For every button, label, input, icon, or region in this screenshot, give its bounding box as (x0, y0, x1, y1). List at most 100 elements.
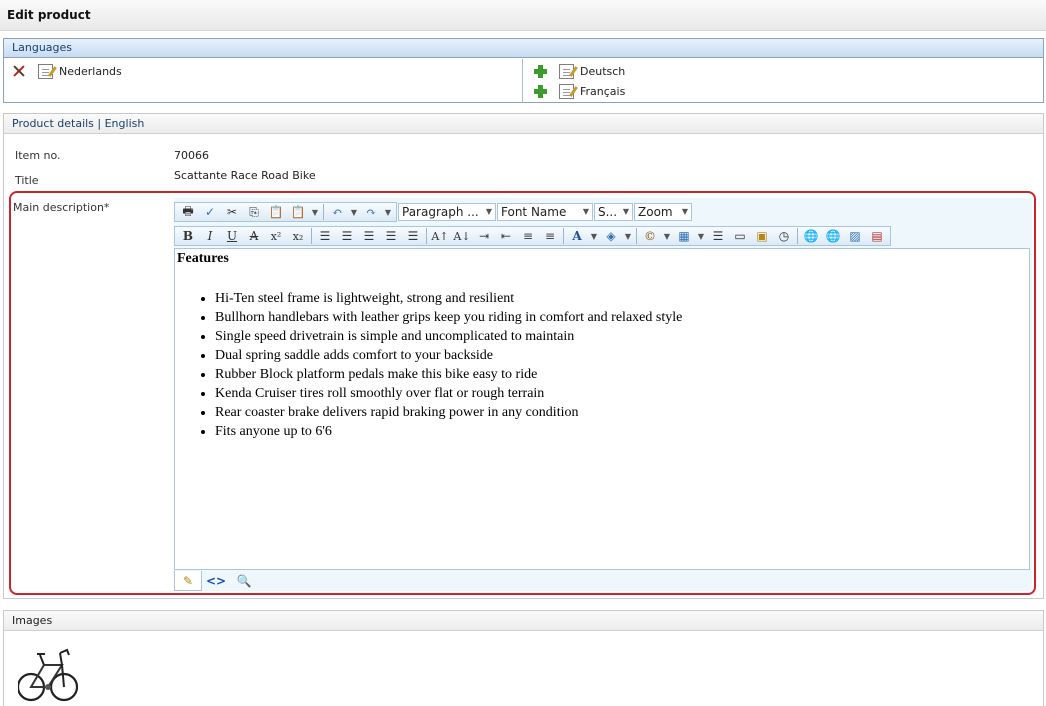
background-color-dropdown-icon[interactable]: ▼ (622, 227, 634, 245)
font-select-value: Font Name (501, 205, 567, 219)
bold-icon[interactable]: B (177, 227, 199, 245)
superscript-icon[interactable]: x² (265, 227, 287, 245)
toolbar-row-2: B I U A x² x₂ ☰ ☰ ☰ ☰ ☰ A↑ A↓ ⇥ ⇤ ≡ ≡ A … (174, 226, 891, 246)
undo-icon[interactable]: ↶ (326, 203, 348, 221)
align-left-icon[interactable]: ☰ (314, 227, 336, 245)
spellcheck-icon[interactable]: ✓ (199, 203, 221, 221)
symbol-dropdown-icon[interactable]: ▼ (661, 227, 673, 245)
edit-language-icon[interactable] (38, 63, 53, 79)
font-color-icon[interactable]: A (566, 227, 588, 245)
column-divider (522, 59, 523, 103)
item-no-value: 70066 (174, 149, 209, 162)
main-description-field: Main description* 🖶 ✓ ✂ ⎘ 📋 📋 ▼ ↶ ▼ ↷ ▼ (9, 191, 1036, 595)
page-header: Edit product (0, 0, 1046, 31)
toolbar-group-format: B I U A x² x₂ ☰ ☰ ☰ ☰ ☰ A↑ A↓ ⇥ ⇤ ≡ ≡ A … (174, 226, 891, 246)
redo-icon[interactable]: ↷ (360, 203, 382, 221)
copy-icon[interactable]: ⎘ (243, 203, 265, 221)
images-header: Images (4, 611, 1043, 631)
language-label: Nederlands (59, 64, 122, 78)
insert-date-icon[interactable]: ▣ (751, 227, 773, 245)
image-icon[interactable]: ▨ (844, 227, 866, 245)
zoom-select[interactable]: Zoom ▼ (634, 203, 692, 221)
language-row-nederlands: Nederlands (12, 62, 122, 80)
list-item: Hi-Ten steel frame is lightweight, stron… (215, 289, 682, 308)
subscript-icon[interactable]: x₂ (287, 227, 309, 245)
edit-language-icon[interactable] (559, 83, 574, 99)
languages-panel: Languages Nederlands Deutsch Français (3, 38, 1044, 103)
preview-mode-icon[interactable]: 🔍 (230, 571, 258, 591)
justify-icon[interactable]: ☰ (380, 227, 402, 245)
chevron-down-icon: ▼ (681, 207, 688, 216)
toolbar-separator (426, 228, 427, 244)
size-select-value: S... (598, 205, 618, 219)
product-details-panel: Product details | English Item no. 70066… (3, 113, 1044, 599)
symbol-icon[interactable]: © (639, 227, 661, 245)
item-no-label: Item no. (15, 149, 61, 162)
html-mode-icon[interactable]: <> (202, 571, 230, 591)
list-item: Fits anyone up to 6'6 (215, 422, 682, 441)
undo-dropdown-icon[interactable]: ▼ (348, 203, 360, 221)
page-icon[interactable]: ▭ (729, 227, 751, 245)
language-label: Français (580, 84, 626, 98)
design-mode-icon[interactable]: ✎ (174, 571, 202, 591)
list-item: Single speed drivetrain is simple and un… (215, 327, 682, 346)
language-label: Deutsch (580, 64, 626, 78)
decrease-font-icon[interactable]: A↓ (451, 227, 473, 245)
edit-language-icon[interactable] (559, 63, 574, 79)
insert-time-icon[interactable]: ◷ (773, 227, 795, 245)
italic-icon[interactable]: I (199, 227, 221, 245)
remove-link-icon[interactable]: 🌐 (822, 227, 844, 245)
languages-header: Languages (4, 39, 1043, 58)
numbered-list-icon[interactable]: ≡ (517, 227, 539, 245)
chevron-down-icon: ▼ (582, 207, 589, 216)
toolbar-separator (323, 204, 324, 220)
images-panel: Images (3, 610, 1044, 706)
editor-content-area[interactable]: Features Hi-Ten steel frame is lightweig… (174, 248, 1030, 570)
bulleted-list-icon[interactable]: ≡ (539, 227, 561, 245)
paste-dropdown-icon[interactable]: ▼ (309, 203, 321, 221)
list-item: Rubber Block platform pedals make this b… (215, 365, 682, 384)
table-icon[interactable]: ▦ (673, 227, 695, 245)
main-description-label: Main description* (13, 201, 110, 214)
toolbar-separator (311, 228, 312, 244)
chevron-down-icon: ▼ (485, 207, 492, 216)
toolbar-separator (797, 228, 798, 244)
background-color-icon[interactable]: ◈ (600, 227, 622, 245)
paragraph-select[interactable]: Paragraph ... ▼ (398, 203, 496, 221)
zoom-select-value: Zoom (638, 205, 673, 219)
horizontal-rule-icon[interactable]: ☰ (707, 227, 729, 245)
toolbar-separator (563, 228, 564, 244)
language-row-deutsch: Deutsch (534, 62, 625, 80)
add-language-icon[interactable] (534, 64, 547, 78)
paste-icon[interactable]: 📋 (265, 203, 287, 221)
list-item: Bullhorn handlebars with leather grips k… (215, 308, 682, 327)
table-dropdown-icon[interactable]: ▼ (695, 227, 707, 245)
align-right-icon[interactable]: ☰ (358, 227, 380, 245)
title-field[interactable]: Scattante Race Road Bike (174, 169, 316, 182)
hyperlink-icon[interactable]: 🌐 (800, 227, 822, 245)
remove-alignment-icon[interactable]: ☰ (402, 227, 424, 245)
delete-language-icon[interactable] (12, 64, 26, 78)
increase-font-icon[interactable]: A↑ (429, 227, 451, 245)
features-heading: Features (177, 251, 229, 266)
redo-dropdown-icon[interactable]: ▼ (382, 203, 394, 221)
cut-icon[interactable]: ✂ (221, 203, 243, 221)
toolbar-row-1: 🖶 ✓ ✂ ⎘ 📋 📋 ▼ ↶ ▼ ↷ ▼ Paragraph ... ▼ Fo… (174, 202, 692, 222)
product-details-header: Product details | English (4, 114, 1043, 134)
print-icon[interactable]: 🖶 (177, 203, 199, 221)
align-center-icon[interactable]: ☰ (336, 227, 358, 245)
product-image-bike[interactable] (18, 641, 78, 705)
chevron-down-icon: ▼ (622, 207, 629, 216)
paste-special-icon[interactable]: 📋 (287, 203, 309, 221)
font-name-select[interactable]: Font Name ▼ (497, 203, 593, 221)
font-color-dropdown-icon[interactable]: ▼ (588, 227, 600, 245)
language-row-francais: Français (534, 82, 625, 100)
strikethrough-icon[interactable]: A (243, 227, 265, 245)
indent-icon[interactable]: ⇥ (473, 227, 495, 245)
font-size-select[interactable]: S... ▼ (594, 203, 633, 221)
underline-icon[interactable]: U (221, 227, 243, 245)
image-properties-icon[interactable]: ▤ (866, 227, 888, 245)
toolbar-group-edit: 🖶 ✓ ✂ ⎘ 📋 📋 ▼ ↶ ▼ ↷ ▼ (174, 202, 397, 222)
outdent-icon[interactable]: ⇤ (495, 227, 517, 245)
add-language-icon[interactable] (534, 84, 547, 98)
